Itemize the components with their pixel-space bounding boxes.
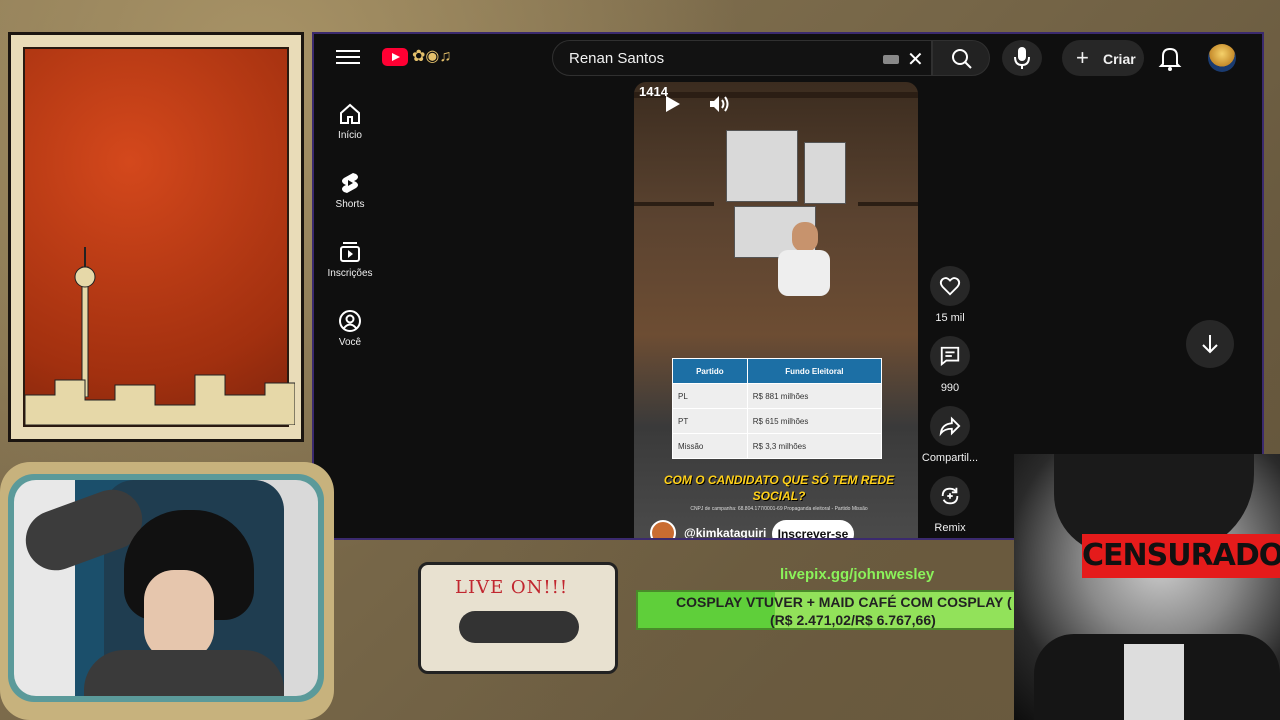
comment-icon bbox=[940, 346, 960, 367]
remix-icon bbox=[941, 487, 959, 505]
table-header-row: Partido Fundo Eleitoral bbox=[672, 358, 883, 384]
sidebar-item-label: Início bbox=[338, 130, 362, 141]
decorative-poster bbox=[8, 32, 304, 442]
table-header: Partido bbox=[672, 358, 748, 384]
video-subcaption: CNPJ de campanha: 68.804.177/0001-69 Pro… bbox=[690, 506, 868, 512]
notifications-bell-icon[interactable] bbox=[1158, 44, 1182, 72]
channel-name[interactable]: @kimkataguiri bbox=[684, 526, 766, 538]
table-row: PL R$ 881 milhões bbox=[672, 383, 883, 409]
home-icon bbox=[340, 103, 360, 124]
background-art bbox=[804, 142, 846, 204]
share-label: Compartil... bbox=[921, 452, 979, 464]
arrow-down-icon bbox=[1202, 335, 1218, 354]
background-art bbox=[726, 130, 798, 202]
voice-search-button[interactable] bbox=[1002, 40, 1042, 76]
youtube-sidebar: Início Shorts Inscrições Você bbox=[314, 90, 386, 366]
skyline-illustration bbox=[25, 374, 295, 425]
table-cell: PL bbox=[672, 383, 748, 409]
next-short-button[interactable] bbox=[1186, 320, 1234, 368]
comment-action[interactable]: 990 bbox=[928, 336, 972, 406]
table-cell: R$ 3,3 milhões bbox=[746, 433, 883, 459]
share-icon bbox=[939, 416, 961, 437]
search-box[interactable]: Renan Santos ✕ bbox=[552, 40, 932, 76]
table-cell: R$ 881 milhões bbox=[746, 383, 883, 409]
share-action[interactable]: Compartil... bbox=[922, 406, 978, 476]
sidebar-item-subscriptions[interactable]: Inscrições bbox=[314, 228, 386, 297]
streamer-webcam-frame bbox=[0, 462, 334, 720]
table-row: Missão R$ 3,3 milhões bbox=[672, 433, 883, 459]
sidebar-item-label: Inscrições bbox=[327, 268, 373, 279]
streamer-webcam-feed bbox=[14, 480, 318, 696]
video-overlay-number: 1414 bbox=[639, 84, 668, 99]
volume-icon[interactable] bbox=[708, 94, 732, 114]
sidebar-item-you[interactable]: Você bbox=[314, 297, 386, 366]
censored-label: CENSURADO bbox=[1082, 534, 1280, 578]
short-video-player[interactable]: 1414 Partido Fundo Eleitoral PL R$ 881 m… bbox=[634, 82, 918, 538]
like-count: 15 mil bbox=[935, 312, 965, 324]
channel-avatar[interactable] bbox=[650, 520, 676, 538]
table-cell: R$ 615 milhões bbox=[746, 408, 883, 434]
microphone-icon bbox=[1014, 47, 1030, 69]
youtube-logo-icon[interactable] bbox=[382, 48, 408, 66]
search-input[interactable]: Renan Santos bbox=[569, 50, 664, 67]
table-cell: PT bbox=[672, 408, 748, 434]
donation-goal-amount: (R$ 2.471,02/R$ 6.767,66) bbox=[770, 612, 936, 628]
sidebar-item-shorts[interactable]: Shorts bbox=[314, 159, 386, 228]
plus-icon: + bbox=[1076, 45, 1089, 70]
donation-goal-bar: COSPLAY VTUVER + MAID CAFÉ COM COSPLAY (… bbox=[636, 590, 1016, 630]
remix-label: Remix bbox=[934, 522, 966, 534]
table-row: PT R$ 615 milhões bbox=[672, 408, 883, 434]
livepix-link: livepix.gg/johnwesley bbox=[780, 566, 935, 583]
table-header: Fundo Eleitoral bbox=[746, 358, 883, 384]
tape-label: LIVE ON!!! bbox=[455, 577, 569, 598]
background-shelf bbox=[634, 202, 714, 206]
you-icon bbox=[339, 310, 361, 332]
shorts-icon bbox=[342, 173, 358, 193]
doodle-logo-icon: ✿◉♫ bbox=[412, 48, 452, 65]
comment-count: 990 bbox=[940, 382, 960, 394]
menu-icon[interactable] bbox=[336, 46, 360, 70]
background-shelf bbox=[858, 202, 918, 206]
sidebar-item-label: Você bbox=[338, 337, 362, 348]
sidebar-item-home[interactable]: Início bbox=[314, 90, 386, 159]
search-button[interactable] bbox=[932, 40, 990, 76]
donation-goal-title: COSPLAY VTUVER + MAID CAFÉ COM COSPLAY ( bbox=[676, 594, 1012, 610]
video-person bbox=[764, 222, 844, 312]
like-action[interactable]: 15 mil bbox=[928, 266, 972, 336]
electoral-fund-table: Partido Fundo Eleitoral PL R$ 881 milhõe… bbox=[672, 358, 883, 459]
table-cell: Missão bbox=[672, 433, 748, 459]
account-avatar[interactable] bbox=[1208, 44, 1236, 72]
video-caption: COM O CANDIDATO QUE SÓ TEM REDE SOCIAL? bbox=[663, 473, 895, 503]
remix-action[interactable]: Remix bbox=[928, 476, 972, 538]
sidebar-item-label: Shorts bbox=[335, 199, 365, 210]
subscribe-button[interactable]: Inscrever-se bbox=[772, 520, 854, 538]
like-icon bbox=[939, 277, 961, 296]
search-icon bbox=[952, 49, 972, 69]
create-label: Criar bbox=[1103, 51, 1136, 67]
censored-portrait: CENSURADO bbox=[1014, 454, 1280, 720]
youtube-topbar: ✿◉♫ Renan Santos ✕ + Criar bbox=[314, 34, 1262, 82]
keyboard-icon[interactable] bbox=[883, 55, 899, 64]
subscriptions-icon bbox=[340, 242, 360, 262]
create-button[interactable]: + Criar bbox=[1062, 40, 1144, 76]
cassette-tape-graphic: LIVE ON!!! bbox=[418, 562, 618, 674]
close-icon[interactable]: ✕ bbox=[907, 47, 924, 72]
short-actions: 15 mil 990 Compartil... Remix bbox=[922, 266, 978, 538]
